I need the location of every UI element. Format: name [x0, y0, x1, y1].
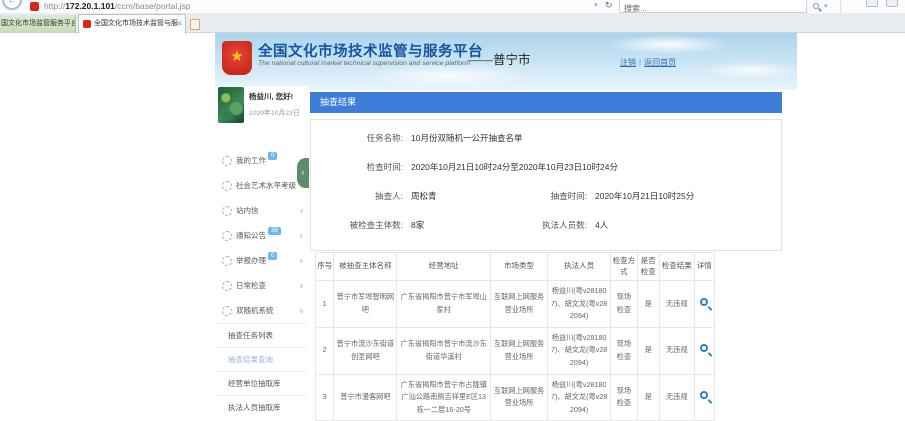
col-no: 序号 [316, 253, 334, 281]
tab-label: 国文化市场监管服务平台 [1, 20, 76, 27]
site-subtitle: The national cultural market technical s… [258, 60, 470, 67]
national-emblem-logo: ★ [222, 41, 252, 75]
current-date: 2020年10月23日 [249, 107, 300, 117]
submenu-item-unit-pool[interactable]: 经营单位抽取库 [215, 371, 307, 395]
check-time-row: 检查时间: 2020年10月21日10时24分至2020年10月23日10时24… [321, 161, 771, 173]
header-links: 注销|返回首页 [620, 57, 676, 68]
sidebar-item-my-work[interactable]: 我的工作 0 ∨ [215, 148, 307, 173]
sidebar: 杨益川, 您好! 2020年10月23日 我的工作 0 ∨ 社会艺术水平考级 ∨… [215, 86, 307, 421]
table-row: 2 普宁市流沙东街道创圣网吧 广东省揭阳市普宁市流沙东街道华溪村 互联网上网服务… [316, 327, 715, 374]
col-checked: 是否检查 [637, 253, 659, 281]
gear-icon [222, 181, 232, 191]
back-button[interactable]: ← [2, 0, 22, 10]
gear-icon [222, 206, 232, 216]
table-row: 3 普宁市漫客网吧 广东省揭阳市普宁市占陇镇广汕公路南侧吉祥里E区13栋一二层1… [316, 374, 715, 421]
emblem-star-icon: ★ [230, 48, 243, 65]
sampler-row: 抽查人: 周松青 抽查时间: 2020年10月21日10时25分 [321, 190, 771, 202]
refresh-icon[interactable]: ↻ [605, 0, 613, 11]
col-name: 被抽查主体名称 [334, 253, 397, 281]
tab-technical-supervision[interactable]: 全国文化市场技术监管与服.. × [78, 14, 186, 34]
sidebar-item-notices[interactable]: 通知公告 39 ∨ [215, 223, 307, 248]
sidebar-item-report-handling[interactable]: 举报办理 0 ∨ [215, 248, 307, 273]
site-favicon [30, 2, 39, 11]
favorites-icon[interactable] [866, 0, 878, 7]
detail-magnifier-icon[interactable] [700, 298, 708, 306]
sidebar-item-site-mail[interactable]: 站内信 ∨ [215, 198, 307, 223]
submenu-item-result-query[interactable]: 抽查结果查询 [215, 347, 307, 371]
browser-url-row: ← http://172.20.1.101/ccm/base/portal.js… [0, 0, 905, 13]
search-input[interactable]: 搜索... [619, 0, 807, 13]
gear-icon [222, 231, 232, 241]
close-tab-icon[interactable]: × [177, 15, 182, 33]
gear-icon [222, 306, 232, 316]
search-icon[interactable] [813, 3, 819, 9]
chevron-down-icon: ∨ [299, 232, 304, 240]
results-table: 序号 被抽查主体名称 经营地址 市场类型 执法人员 检查方式 是否检查 检查结果… [315, 252, 715, 421]
table-header-row: 序号 被抽查主体名称 经营地址 市场类型 执法人员 检查方式 是否检查 检查结果… [316, 253, 715, 281]
url-path: /ccm/base/portal.jsp [115, 1, 191, 11]
count-badge: 0 [268, 252, 277, 260]
gear-icon [222, 156, 232, 166]
logout-link[interactable]: 注销 [620, 58, 636, 67]
user-greeting: 杨益川, 您好! [249, 91, 293, 102]
table-row: 1 普宁市军埠智明网吧 广东省揭阳市普宁市军埠山家村 互联网上网服务营业场所 杨… [316, 281, 715, 328]
detail-magnifier-icon[interactable] [700, 391, 708, 399]
search-dropdown-icon[interactable]: ▾ [824, 2, 828, 10]
col-method: 检查方式 [611, 253, 637, 281]
sidebar-menu: 我的工作 0 ∨ 社会艺术水平考级 ∨ 站内信 ∨ 通知公告 39 ∨ 举报办理… [215, 148, 307, 323]
home-link[interactable]: 返回首页 [644, 58, 676, 67]
col-address: 经营地址 [397, 253, 491, 281]
chrome-divider [840, 0, 841, 13]
sidebar-item-art-grading[interactable]: 社会艺术水平考级 ∨ [215, 173, 307, 198]
tab-label: 全国文化市场技术监管与服.. [94, 15, 182, 33]
panel-title: 抽查结果 [310, 92, 782, 113]
chevron-down-icon: ∨ [299, 207, 304, 215]
count-badge: 39 [268, 227, 281, 235]
task-name-row: 任务名称: 10月份双随机一公开抽查名单 [321, 132, 771, 144]
submenu-item-task-list[interactable]: 抽查任务列表 [215, 323, 307, 347]
tab-cultural-market-service[interactable]: 国文化市场监管服务平台 [0, 15, 76, 33]
sidebar-collapse-button[interactable]: ‹ [297, 158, 309, 188]
settings-icon[interactable] [886, 0, 898, 7]
col-officers: 执法人员 [548, 253, 611, 281]
links-divider: | [639, 58, 641, 67]
address-bar[interactable]: http://172.20.1.101/ccm/base/portal.jsp [44, 1, 191, 11]
city-name: ——普宁市 [468, 49, 531, 68]
sidebar-submenu: 抽查任务列表 抽查结果查询 经营单位抽取库 执法人员抽取库 [215, 323, 307, 419]
browser-tab-bar: 国文化市场监管服务平台 全国文化市场技术监管与服.. × [0, 13, 905, 33]
count-badge: 0 [268, 152, 277, 160]
col-detail: 详情 [694, 253, 714, 281]
chevron-down-icon: ∨ [299, 282, 304, 290]
col-result: 检查结果 [659, 253, 694, 281]
user-avatar [218, 87, 244, 123]
counts-row: 被检查主体数: 8家 执法人员数: 4人 [321, 219, 771, 231]
url-scheme: http:// [44, 1, 65, 11]
submenu-item-officer-pool[interactable]: 执法人员抽取库 [215, 395, 307, 419]
gear-icon [222, 281, 232, 291]
new-tab-button[interactable] [190, 19, 200, 30]
task-info-panel: 任务名称: 10月份双随机一公开抽查名单 检查时间: 2020年10月21日10… [310, 119, 782, 251]
chevron-down-icon: ∨ [299, 307, 304, 315]
tab-favicon [83, 20, 91, 28]
site-title: 全国文化市场技术监管与服务平台 [258, 40, 483, 61]
detail-magnifier-icon[interactable] [700, 344, 708, 352]
col-market-type: 市场类型 [491, 253, 548, 281]
address-dropdown-icon[interactable]: ▾ [594, 1, 598, 9]
url-host: 172.20.1.101 [65, 1, 115, 11]
sidebar-item-double-random[interactable]: 双随机系统 ∨ [215, 298, 307, 323]
chevron-down-icon: ∨ [299, 257, 304, 265]
sidebar-item-daily-check[interactable]: 日常检查 ∨ [215, 273, 307, 298]
gear-icon [222, 256, 232, 266]
